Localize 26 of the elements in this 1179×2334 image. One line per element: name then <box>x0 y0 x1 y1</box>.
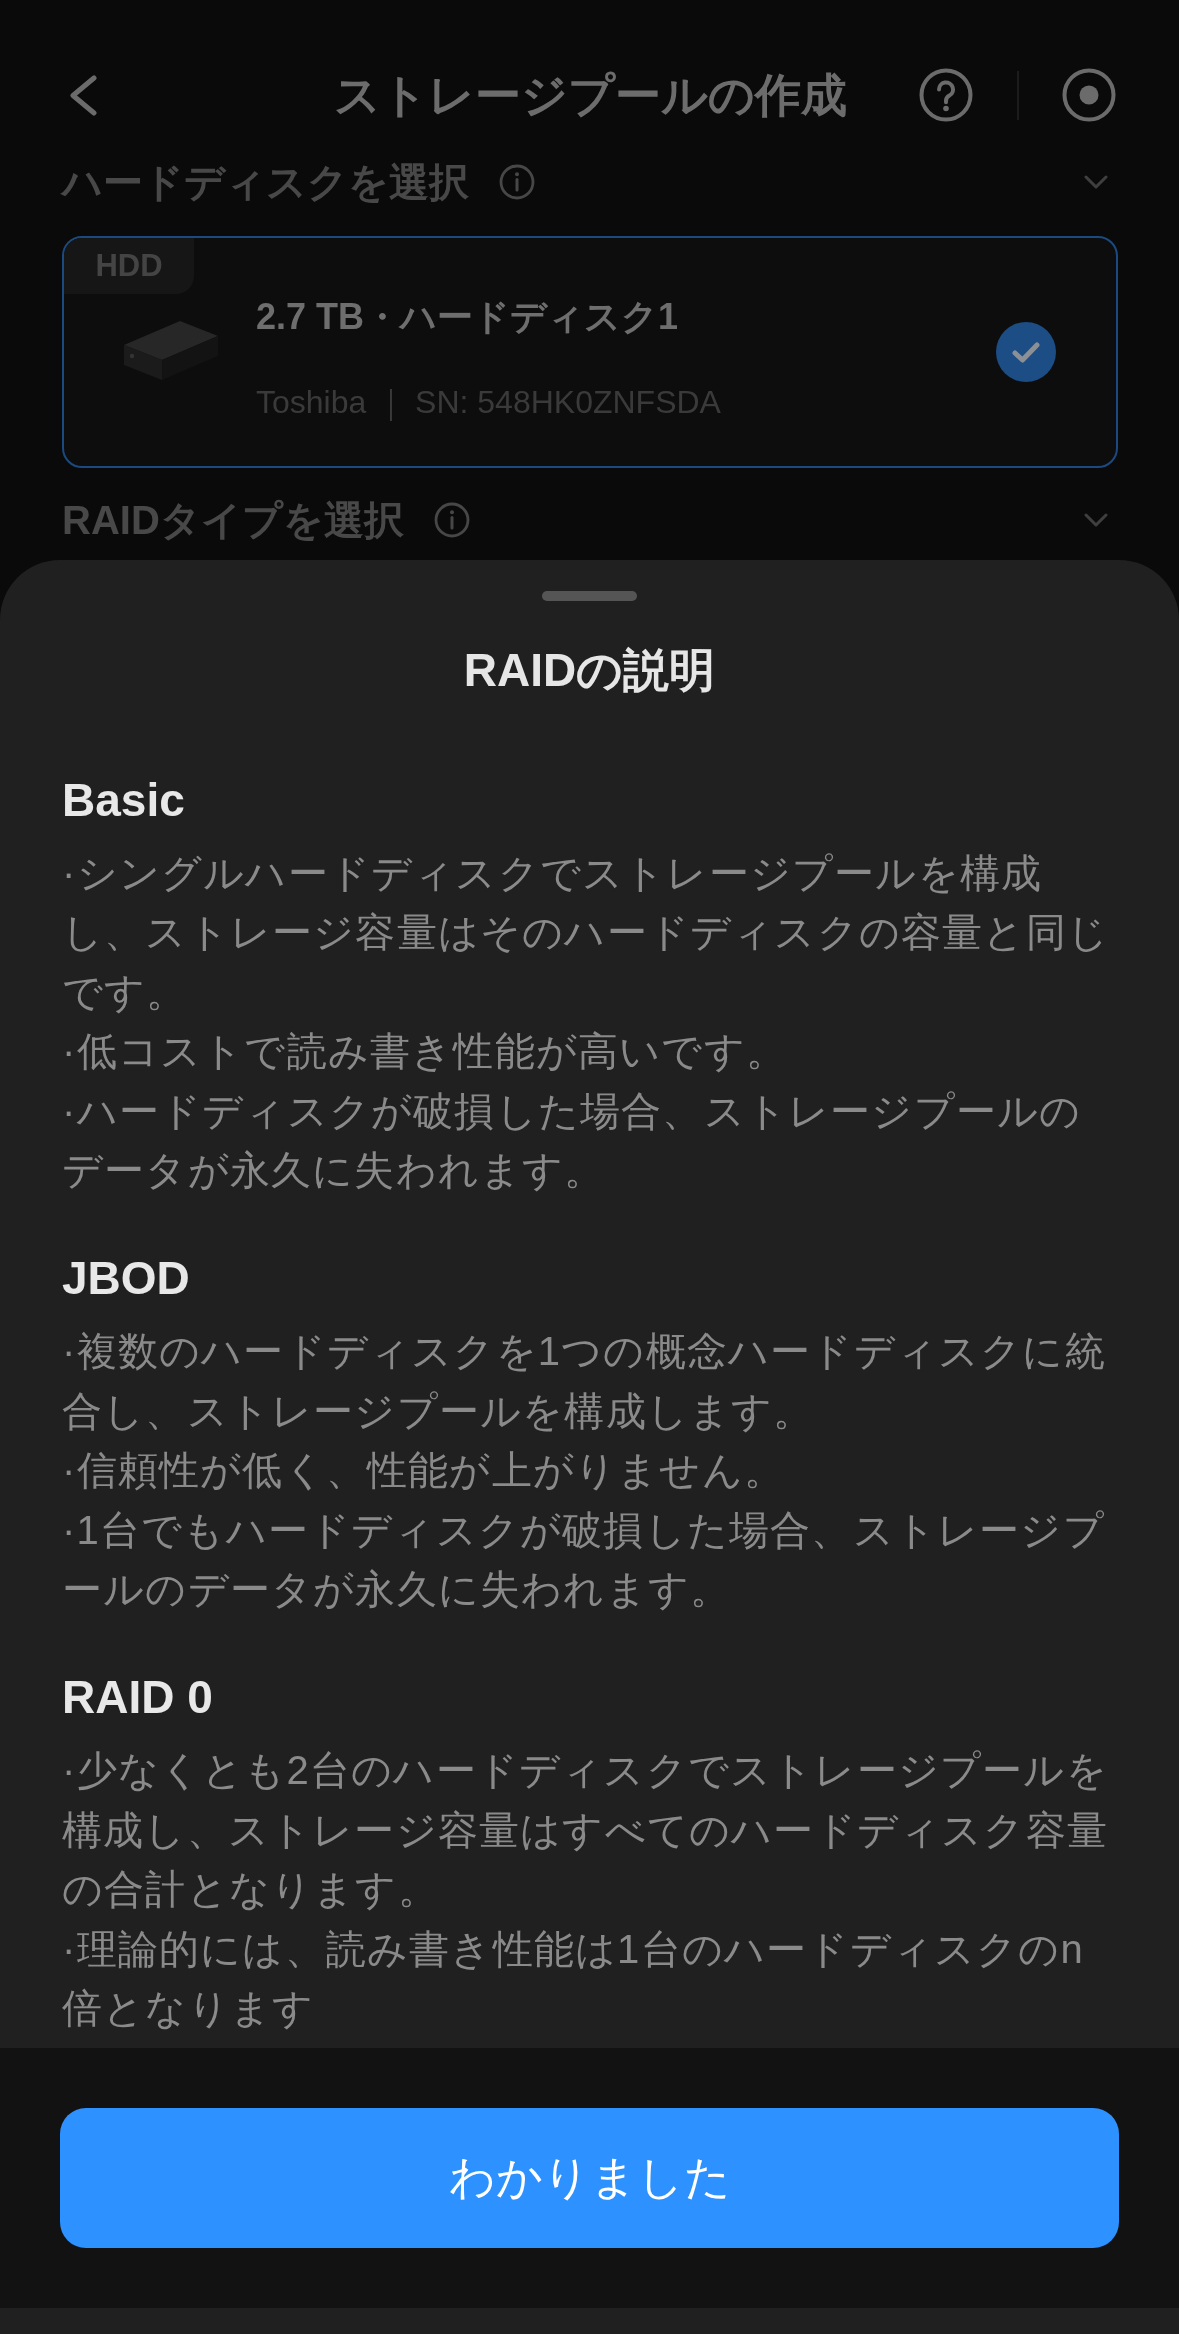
chevron-down-icon[interactable] <box>1084 513 1108 527</box>
description-text: ·シングルハードディスクでストレージプールを構成し、ストレージ容量はそのハードディスクの容量と同じです。 <box>62 850 1110 1016</box>
description-text: ·ハードディスクが破損した場合、ストレージプールのデータが永久に失われます。 <box>62 1087 1083 1195</box>
page-title: ストレージプールの作成 <box>333 68 847 123</box>
info-icon[interactable] <box>499 164 535 200</box>
description-text: ·理論的には、読み書き性能は1台のハードディスクのn倍となります <box>62 1925 1085 2033</box>
raid-type-heading: RAID 0 <box>62 1670 214 1726</box>
description-text: ·複数のハードディスクを1つの概念ハードディスクに統合し、ストレージプールを構成します。 <box>62 1328 1107 1435</box>
description-text: ·1台でもハードディスクが破損した場合、ストレージプールのデータが永久に失われます。 <box>62 1506 1106 1614</box>
info-icon[interactable] <box>433 502 470 538</box>
chevron-down-icon[interactable] <box>1084 175 1108 189</box>
raid-type-heading: JBOD <box>62 1251 191 1307</box>
sheet-title: RAIDの説明 <box>462 643 717 698</box>
disk-title: 2.7 TB・ハードディスク1 <box>256 295 680 339</box>
description-text: ·低コストで読み書き性能が高いです。 <box>62 1028 788 1076</box>
drag-handle[interactable] <box>542 591 637 601</box>
description-text: ·信頼性が低く、性能が上がりません。 <box>62 1447 786 1495</box>
section-title: ハードディスクを選択 <box>62 159 469 206</box>
back-icon[interactable] <box>68 74 98 116</box>
description-text: ·少なくとも2台のハードディスクでストレージプールを構成し、ストレージ容量はすべてのハードディスク容量の合計となります。 <box>62 1747 1109 1914</box>
record-icon[interactable] <box>1062 68 1116 122</box>
raid-type-heading: Basic <box>62 773 186 828</box>
confirm-button[interactable]: わかりました <box>60 2108 1119 2248</box>
help-icon[interactable] <box>919 68 973 122</box>
checkmark-icon <box>996 321 1056 382</box>
section-title: RAIDタイプを選択 <box>62 497 404 544</box>
